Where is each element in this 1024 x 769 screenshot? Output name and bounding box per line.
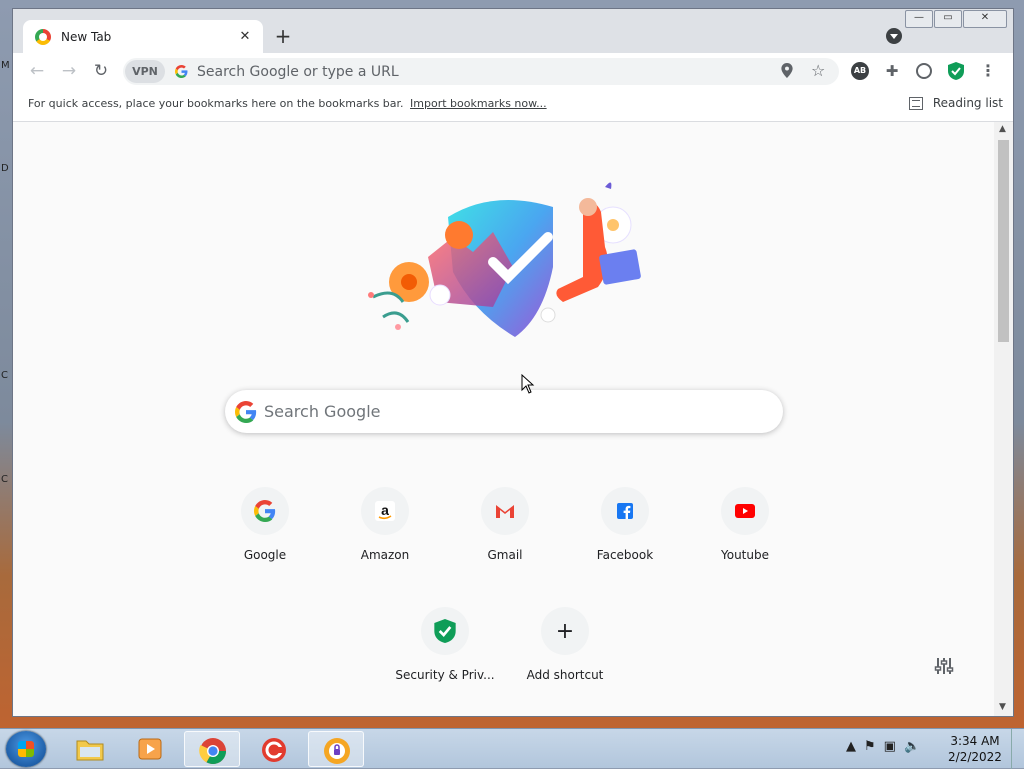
action-center-flag-icon[interactable]: ⚑ [864,739,876,754]
ntp-search-box[interactable]: Search Google [225,390,783,433]
show-desktop-button[interactable] [1011,729,1024,769]
shortcut-facebook[interactable]: Facebook [569,487,681,562]
shield-check-icon [421,607,469,655]
taskbar-chrome[interactable] [184,731,240,767]
address-bar[interactable]: VPN Search Google or type a URL ☆ [123,58,839,85]
scroll-down-arrow-icon[interactable]: ▼ [999,702,1006,712]
customize-sliders-icon[interactable] [934,656,954,681]
plus-icon: + [541,607,589,655]
clock-date: 2/2/2022 [948,750,1002,764]
shortcut-label: Facebook [596,548,654,562]
browser-favicon-icon [35,28,51,45]
import-bookmarks-link[interactable]: Import bookmarks now... [410,97,547,110]
close-window-button[interactable]: ✕ [963,10,1007,28]
taskbar-file-explorer[interactable] [62,731,118,767]
taskbar-ccleaner[interactable] [246,731,302,767]
taskbar-clock[interactable]: 3:34 AM 2/2/2022 [940,733,1010,765]
bookmarks-bar: For quick access, place your bookmarks h… [13,89,1013,122]
omnibox-placeholder: Search Google or type a URL [197,64,399,80]
system-tray: ▲ ⚑ ▣ 🔈 [846,739,920,754]
desktop-icon-label: M [1,60,10,71]
browser-window: New Tab ✕ + — ▭ ✕ ← → ↻ VPN Search Googl… [12,8,1014,717]
ntp-search-placeholder: Search Google [264,402,381,421]
new-tab-button[interactable]: + [271,25,295,49]
maximize-button[interactable]: ▭ [934,10,962,28]
shortcut-label: Amazon [360,548,410,562]
scroll-up-arrow-icon[interactable]: ▲ [999,124,1006,134]
tab-strip: New Tab ✕ + — ▭ ✕ [13,9,1013,53]
google-g-icon [175,65,188,81]
desktop-edge: M D C C [0,0,12,728]
desktop-icon-label: C [1,474,8,485]
tab-new-tab[interactable]: New Tab ✕ [23,20,263,53]
mouse-cursor-icon [521,374,535,394]
page-scrollbar[interactable]: ▲ ▼ [994,122,1013,716]
toolbar: ← → ↻ VPN Search Google or type a URL ☆ … [13,53,1013,89]
profile-icon[interactable] [915,62,933,80]
tab-close-icon[interactable]: ✕ [235,27,255,47]
shortcut-amazon[interactable]: a Amazon [329,487,441,562]
back-button[interactable]: ← [25,59,49,83]
media-player-icon [136,736,164,762]
add-shortcut-button[interactable]: + Add shortcut [509,607,621,682]
reading-list-button[interactable]: Reading list [908,96,1003,110]
security-illustration [343,177,643,347]
extensions-puzzle-icon[interactable]: ✚ [883,62,901,80]
location-pin-icon[interactable] [781,63,793,82]
scrollbar-thumb[interactable] [998,140,1009,342]
network-icon[interactable]: ▣ [884,739,896,754]
secure-browser-icon [323,737,351,764]
taskbar-secure-browser[interactable] [308,731,364,767]
bookmark-star-icon[interactable]: ☆ [811,61,825,80]
amazon-icon: a [361,487,409,535]
shortcut-label: Gmail [487,548,523,562]
kebab-menu-icon[interactable]: ⋮ [979,62,997,80]
bookmarks-hint: For quick access, place your bookmarks h… [28,97,547,110]
bookmarks-hint-text: For quick access, place your bookmarks h… [28,97,404,110]
shortcut-gmail[interactable]: Gmail [449,487,561,562]
youtube-icon [721,487,769,535]
adblock-extension-icon[interactable]: AB [851,62,869,80]
volume-icon[interactable]: 🔈 [904,739,920,754]
svg-text:a: a [381,502,389,518]
taskbar-media-player[interactable] [122,731,178,767]
taskbar: ▲ ⚑ ▣ 🔈 3:34 AM 2/2/2022 [0,728,1024,769]
security-shield-extension-icon[interactable] [947,62,965,80]
google-icon [241,487,289,535]
shortcut-label: Security & Priv... [395,668,495,682]
desktop-icon-label: D [1,163,9,174]
start-button[interactable] [6,731,46,767]
shortcut-youtube[interactable]: Youtube [689,487,801,562]
shortcut-label: Youtube [721,548,769,562]
reading-list-icon [908,96,923,110]
show-hidden-icons-arrow-icon[interactable]: ▲ [846,739,856,754]
gmail-icon [481,487,529,535]
reload-button[interactable]: ↻ [89,59,113,83]
vpn-button[interactable]: VPN [125,60,165,83]
chrome-icon [199,737,227,765]
clock-time: 3:34 AM [950,734,1000,748]
folder-icon [76,736,104,762]
minimize-button[interactable]: — [905,10,933,28]
tab-search-icon[interactable] [886,28,902,44]
ccleaner-icon [260,736,288,762]
shortcut-label: Add shortcut [526,668,604,682]
reading-list-label: Reading list [932,96,1003,110]
tab-title: New Tab [61,29,112,44]
shortcut-label: Google [243,548,287,562]
facebook-icon [601,487,649,535]
new-tab-page: Search Google Google a Amazon Gmail Face… [13,122,994,716]
desktop-icon-label: C [1,370,8,381]
shortcut-security-privacy[interactable]: Security & Priv... [389,607,501,682]
forward-button[interactable]: → [57,59,81,83]
google-logo-icon [235,401,257,426]
shortcut-google[interactable]: Google [209,487,321,562]
window-controls: — ▭ ✕ [904,10,1007,28]
